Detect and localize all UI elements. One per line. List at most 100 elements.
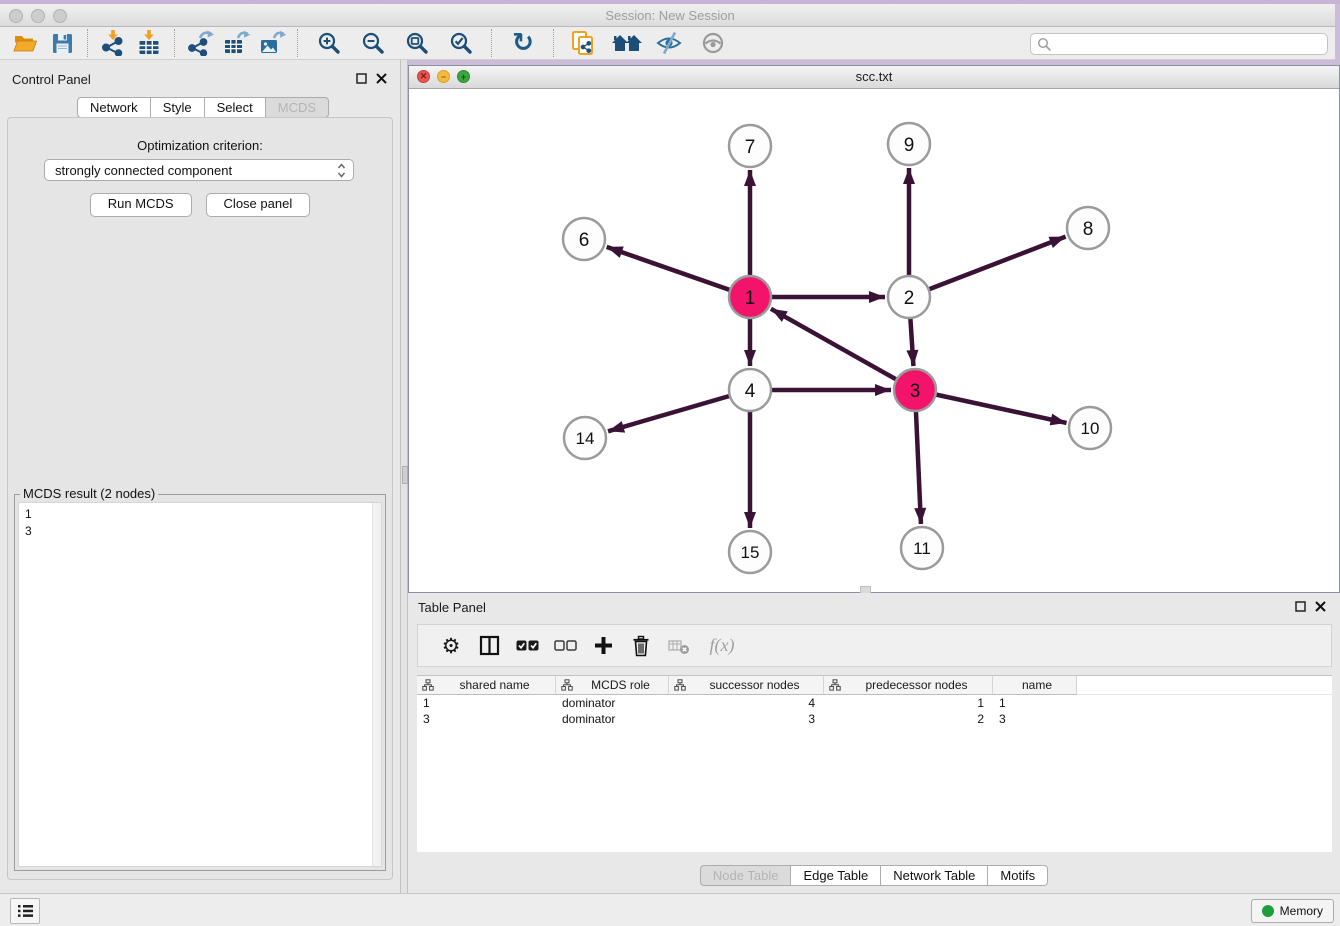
search-icon bbox=[1037, 37, 1052, 52]
result-scrollbar[interactable] bbox=[372, 503, 381, 866]
import-network-icon bbox=[100, 30, 126, 56]
table-cell[interactable]: 3 bbox=[417, 711, 556, 727]
close-table-panel-icon[interactable] bbox=[1315, 601, 1326, 612]
unchecked-boxes-icon bbox=[554, 640, 577, 652]
toolbar-separator bbox=[87, 29, 88, 57]
table-cell[interactable]: 1 bbox=[824, 695, 993, 711]
tab-style[interactable]: Style bbox=[150, 97, 205, 118]
table-body: 1dominator4113dominator323 bbox=[417, 695, 1332, 727]
close-panel-icon[interactable] bbox=[376, 73, 387, 84]
select-all-button[interactable] bbox=[508, 629, 546, 663]
toggle-columns-button[interactable] bbox=[470, 629, 508, 663]
graph-node-label-4: 4 bbox=[745, 381, 756, 402]
table-row: 3dominator323 bbox=[417, 711, 1332, 727]
graph-node-label-15: 15 bbox=[741, 543, 760, 562]
column-header-label: shared name bbox=[434, 678, 555, 692]
add-column-button[interactable] bbox=[584, 629, 622, 663]
table-cell[interactable]: dominator bbox=[556, 711, 669, 727]
zoom-out-button[interactable] bbox=[355, 28, 391, 58]
zoom-selected-icon bbox=[449, 31, 474, 56]
zoom-in-button[interactable] bbox=[311, 28, 347, 58]
graph-edge-3-10[interactable] bbox=[915, 390, 1067, 423]
column-header-name[interactable]: name bbox=[993, 676, 1077, 695]
float-panel-icon[interactable] bbox=[356, 73, 367, 84]
close-panel-button[interactable]: Close panel bbox=[206, 193, 311, 217]
float-table-panel-icon[interactable] bbox=[1295, 601, 1306, 612]
network-overview-button[interactable] bbox=[609, 28, 645, 58]
zoom-selected-button[interactable] bbox=[443, 28, 479, 58]
refresh-layout-button[interactable]: ↻ bbox=[505, 28, 541, 58]
column-header-MCDS-role[interactable]: MCDS role bbox=[556, 676, 669, 695]
deselect-all-button[interactable] bbox=[546, 629, 584, 663]
mcds-result-group: MCDS result (2 nodes) 1 3 bbox=[14, 494, 386, 871]
export-table-icon bbox=[223, 30, 250, 56]
delete-table-button[interactable] bbox=[660, 629, 698, 663]
clone-network-button[interactable] bbox=[565, 28, 601, 58]
run-mcds-button[interactable]: Run MCDS bbox=[90, 193, 192, 217]
search-input[interactable] bbox=[1052, 36, 1327, 52]
open-session-button[interactable] bbox=[8, 28, 44, 58]
mcds-result-text[interactable]: 1 3 bbox=[18, 502, 382, 867]
tab-node-table[interactable]: Node Table bbox=[700, 865, 792, 886]
table-cell[interactable]: dominator bbox=[556, 695, 669, 711]
table-cell[interactable]: 1 bbox=[993, 695, 1077, 711]
table-settings-button[interactable]: ⚙ bbox=[432, 629, 470, 663]
memory-button[interactable]: Memory bbox=[1251, 899, 1334, 923]
toolbar-separator bbox=[174, 29, 175, 57]
table-cell[interactable]: 1 bbox=[417, 695, 556, 711]
zoom-in-icon bbox=[317, 31, 342, 56]
column-header-label: predecessor nodes bbox=[841, 678, 992, 692]
column-header-predecessor-nodes[interactable]: predecessor nodes bbox=[824, 676, 993, 695]
table-panel-title: Table Panel bbox=[418, 600, 486, 615]
export-network-button[interactable] bbox=[182, 28, 218, 58]
network-canvas[interactable]: 7968124314101511 bbox=[409, 88, 1339, 591]
table-cell[interactable]: 2 bbox=[824, 711, 993, 727]
mcds-result-title: MCDS result (2 nodes) bbox=[20, 486, 158, 501]
table-cell[interactable]: 4 bbox=[669, 695, 824, 711]
graph-edge-2-8[interactable] bbox=[909, 237, 1066, 297]
window-frame-right bbox=[1335, 4, 1340, 66]
graph-node-label-1: 1 bbox=[745, 288, 756, 309]
graph-node-label-9: 9 bbox=[904, 135, 915, 156]
sort-hierarchy-icon bbox=[674, 679, 686, 691]
search-field[interactable] bbox=[1030, 33, 1328, 55]
import-table-button[interactable] bbox=[131, 28, 167, 58]
zoom-fit-button[interactable] bbox=[399, 28, 435, 58]
hide-details-button[interactable] bbox=[651, 28, 687, 58]
graph-edge-1-6[interactable] bbox=[607, 247, 750, 297]
tab-motifs[interactable]: Motifs bbox=[987, 865, 1048, 886]
table-row: 1dominator411 bbox=[417, 695, 1332, 711]
tab-mcds[interactable]: MCDS bbox=[265, 97, 329, 118]
export-table-button[interactable] bbox=[218, 28, 254, 58]
tab-network[interactable]: Network bbox=[77, 97, 151, 118]
toolbar-separator bbox=[491, 29, 492, 57]
column-header-label: MCDS role bbox=[573, 678, 668, 692]
graph-node-label-7: 7 bbox=[745, 137, 756, 158]
criterion-dropdown[interactable]: strongly connected component bbox=[44, 159, 354, 181]
column-header-label: successor nodes bbox=[686, 678, 823, 692]
graph-node-label-14: 14 bbox=[576, 429, 595, 448]
network-window-titlebar[interactable]: ✕ − + scc.txt bbox=[409, 66, 1339, 89]
tab-network-table[interactable]: Network Table bbox=[880, 865, 988, 886]
column-header-shared-name[interactable]: shared name bbox=[417, 676, 556, 695]
memory-label: Memory bbox=[1280, 904, 1323, 918]
save-session-button[interactable] bbox=[44, 28, 80, 58]
apply-function-button[interactable]: f(x) bbox=[698, 629, 746, 663]
tab-select[interactable]: Select bbox=[204, 97, 266, 118]
column-header-successor-nodes[interactable]: successor nodes bbox=[669, 676, 824, 695]
graph-node-label-2: 2 bbox=[904, 288, 915, 309]
graph-node-label-6: 6 bbox=[579, 230, 590, 251]
import-network-button[interactable] bbox=[95, 28, 131, 58]
graph-edge-3-1[interactable] bbox=[771, 309, 915, 390]
table-cell[interactable]: 3 bbox=[993, 711, 1077, 727]
export-image-button[interactable] bbox=[254, 28, 290, 58]
plus-icon bbox=[594, 636, 613, 655]
task-history-button[interactable] bbox=[10, 898, 40, 924]
dropdown-stepper-icon bbox=[336, 162, 347, 179]
open-folder-icon bbox=[13, 32, 39, 54]
delete-table-icon bbox=[668, 637, 690, 655]
delete-column-button[interactable] bbox=[622, 629, 660, 663]
show-details-button[interactable] bbox=[695, 28, 731, 58]
table-cell[interactable]: 3 bbox=[669, 711, 824, 727]
tab-edge-table[interactable]: Edge Table bbox=[790, 865, 881, 886]
